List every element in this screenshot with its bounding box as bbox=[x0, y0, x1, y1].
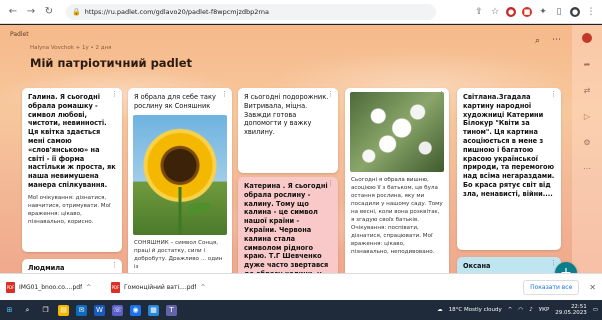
notifications-icon[interactable]: ▭ bbox=[593, 307, 598, 313]
sidebar-icon[interactable]: ▯ bbox=[554, 7, 564, 17]
mail-icon[interactable]: ✉ bbox=[76, 304, 87, 316]
sunflower-stem bbox=[178, 186, 182, 235]
weather-icon[interactable]: ☁ bbox=[437, 307, 443, 313]
extension-red-icon[interactable]: ■ bbox=[522, 6, 532, 17]
clock[interactable]: 22:51 29.05.2023 bbox=[555, 304, 587, 317]
post-menu-icon[interactable]: ⋮ bbox=[111, 90, 118, 98]
file-explorer-icon[interactable]: ▤ bbox=[58, 304, 69, 316]
search-icon[interactable]: ⌕ bbox=[22, 305, 33, 316]
photos-icon[interactable]: ▦ bbox=[148, 304, 159, 316]
word-icon[interactable]: W bbox=[94, 304, 105, 316]
clock-date: 29.05.2023 bbox=[555, 310, 587, 316]
bookmark-star-icon[interactable]: ☆ bbox=[490, 7, 500, 17]
show-all-downloads-button[interactable]: Показати все bbox=[523, 279, 580, 295]
teams-icon[interactable]: T bbox=[166, 304, 177, 316]
post-podorozhnyk[interactable]: ⋮ Я сьогодні подорожник. Витривала, міцн… bbox=[238, 88, 338, 173]
extensions-puzzle-icon[interactable]: ✦ bbox=[538, 7, 548, 17]
address-bar[interactable]: 🔒 https://ru.padlet.com/gdlavo20/padlet-… bbox=[66, 3, 436, 20]
download-item[interactable]: PDF Гомонційний ваті....pdf ^ bbox=[111, 281, 206, 293]
post-menu-icon[interactable]: ⋮ bbox=[550, 90, 557, 98]
chevron-up-icon[interactable]: ^ bbox=[200, 284, 205, 291]
windows-taskbar: ⊞ ⌕ ❐ ▤ ✉ W ☏ ◉ ▦ T ☁ 18°C Mostly cloudy… bbox=[0, 300, 602, 320]
post-subtext: Сьогодні я обрала вишню, асоціюю її з ба… bbox=[351, 177, 443, 255]
post-subtext: СОНЯШНИК – символ Сонця, праці й достатк… bbox=[134, 239, 223, 270]
weather-text[interactable]: 18°C Mostly cloudy bbox=[449, 307, 502, 313]
viber-icon[interactable]: ☏ bbox=[112, 304, 123, 316]
post-text: Катерина . Я сьогодні обрала рослину - к… bbox=[244, 182, 329, 273]
browser-actions: ⇪ ☆ ● ■ ✦ ▯ ● ⋮ bbox=[474, 6, 596, 17]
settings-gear-icon[interactable]: ⚙ bbox=[583, 138, 590, 147]
post-menu-icon[interactable]: ⋮ bbox=[111, 261, 118, 269]
share-icon[interactable]: ⇪ bbox=[474, 7, 484, 17]
post-text: Я сьогодні подорожник. Витривала, міцна.… bbox=[244, 93, 329, 137]
url-text[interactable]: https://ru.padlet.com/gdlavo20/padlet-f8… bbox=[85, 8, 269, 16]
cherry-blossom-image[interactable] bbox=[350, 92, 444, 172]
browser-toolbar: ← → ↻ 🔒 https://ru.padlet.com/gdlavo20/p… bbox=[0, 0, 602, 24]
download-bar: PDF IMG01_bnoo.co....pdf ^ PDF Гомонційн… bbox=[0, 273, 602, 300]
post-menu-icon[interactable]: ⋮ bbox=[221, 90, 228, 98]
task-view-icon[interactable]: ❐ bbox=[40, 305, 51, 316]
sunflower-image[interactable] bbox=[133, 114, 227, 235]
post-sunflower[interactable]: ⋮ Я обрала для себе таку рослину як Соня… bbox=[128, 88, 232, 273]
board-more-icon[interactable]: ⋯ bbox=[552, 35, 561, 45]
volume-icon[interactable]: ♪ bbox=[529, 307, 533, 313]
share-arrow-icon[interactable]: ➦ bbox=[584, 60, 591, 69]
slideshow-icon[interactable]: ▷ bbox=[584, 112, 590, 121]
lock-icon: 🔒 bbox=[72, 7, 81, 16]
sunflower-leaf bbox=[187, 202, 210, 213]
close-icon[interactable]: ✕ bbox=[589, 283, 596, 292]
post-text: Оксана bbox=[463, 262, 491, 270]
download-filename: IMG01_bnoo.co....pdf bbox=[19, 283, 83, 291]
post-text: Галина. Я сьогодні обрала ромашку - симв… bbox=[28, 93, 116, 189]
tray-chevron-icon[interactable]: ^ bbox=[508, 307, 513, 313]
download-item[interactable]: PDF IMG01_bnoo.co....pdf ^ bbox=[6, 281, 101, 293]
pdf-file-icon: PDF bbox=[111, 281, 120, 293]
language-indicator[interactable]: УКР bbox=[539, 307, 550, 313]
post-text: Я обрала для себе таку рослину як Соняшн… bbox=[134, 93, 216, 110]
reload-icon[interactable]: ↻ bbox=[42, 5, 56, 19]
chrome-icon[interactable]: ◉ bbox=[130, 304, 141, 316]
more-icon[interactable]: ⋯ bbox=[583, 164, 591, 173]
post-blossom[interactable]: ⋮ Сьогодні я обрала вишню, асоціюю її з … bbox=[345, 88, 449, 273]
user-avatar[interactable] bbox=[582, 33, 592, 43]
post-liudmyla[interactable]: ⋮ Людмила bbox=[22, 259, 122, 273]
extension-icon[interactable]: ● bbox=[506, 6, 516, 17]
chevron-up-icon[interactable]: ^ bbox=[86, 284, 91, 291]
profile-avatar[interactable]: ● bbox=[570, 6, 580, 17]
forward-icon[interactable]: → bbox=[24, 5, 38, 19]
download-filename: Гомонційний ваті....pdf bbox=[124, 283, 197, 291]
side-rail: ➦ ⇄ ▷ ⚙ ⋯ bbox=[572, 25, 602, 273]
post-menu-icon[interactable]: ⋮ bbox=[327, 90, 334, 98]
pdf-file-icon: PDF bbox=[6, 281, 15, 293]
start-windows-icon[interactable]: ⊞ bbox=[4, 305, 15, 316]
post-text: Людмила bbox=[28, 264, 65, 272]
post-subtext: Мої очікування: дізнатися, навчитися, от… bbox=[28, 194, 111, 225]
post-text: Світлана.Згадала картину народної художн… bbox=[463, 93, 555, 198]
browser-menu-icon[interactable]: ⋮ bbox=[586, 7, 596, 17]
remix-icon[interactable]: ⇄ bbox=[584, 86, 591, 95]
post-svitlana[interactable]: ⋮ Світлана.Згадала картину народної худо… bbox=[457, 88, 561, 250]
back-icon[interactable]: ← bbox=[6, 5, 20, 19]
padlet-board: Padlet Halyna Vovchok + 1y • 2 дня Мій п… bbox=[0, 25, 602, 273]
board-title: Мій патріотичний padlet bbox=[30, 56, 193, 70]
post-kateryna[interactable]: ⋮ Катерина . Я сьогодні обрала рослину -… bbox=[238, 177, 338, 273]
wifi-icon[interactable]: ◠ bbox=[518, 307, 523, 313]
post-galyna[interactable]: ⋮ Галина. Я сьогодні обрала ромашку - си… bbox=[22, 88, 122, 252]
search-icon[interactable]: ⌕ bbox=[535, 36, 540, 46]
post-menu-icon[interactable]: ⋮ bbox=[327, 179, 334, 187]
padlet-logo[interactable]: Padlet bbox=[10, 31, 29, 38]
board-author: Halyna Vovchok + 1y • 2 дня bbox=[30, 45, 112, 51]
post-oksana[interactable]: ⋮ Оксана bbox=[457, 257, 561, 273]
system-tray: ☁ 18°C Mostly cloudy ^ ◠ ♪ УКР 22:51 29.… bbox=[437, 304, 598, 317]
post-menu-icon[interactable]: ⋮ bbox=[438, 90, 445, 98]
